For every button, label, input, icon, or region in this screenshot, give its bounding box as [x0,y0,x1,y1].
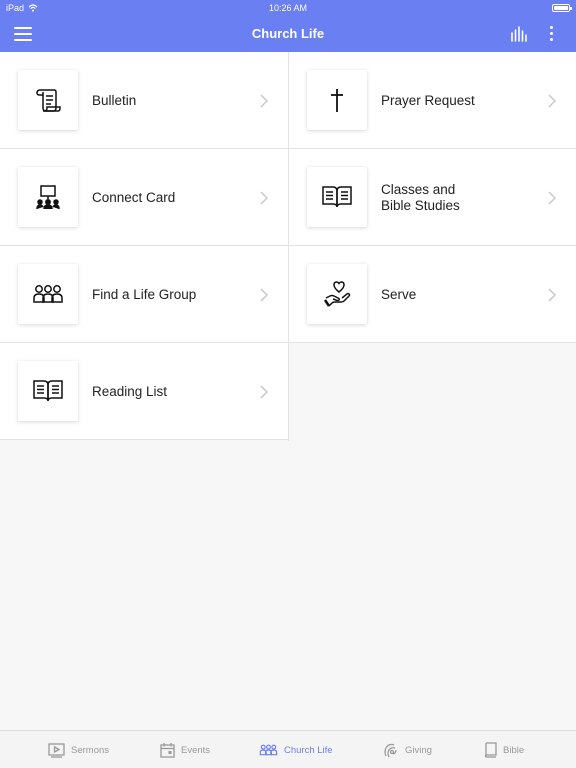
chevron-right-icon [260,288,268,302]
cross-icon [307,70,367,130]
classes-label-line1: Classes and [381,181,456,197]
reading-list-label: Reading List [92,383,168,399]
app-header: iPad 10:26 AM Church Life [0,0,576,52]
tab-giving[interactable]: Giving [383,731,432,768]
reading-list-item[interactable]: Reading List [0,343,288,440]
tab-events-label: Events [181,744,211,756]
tab-church-life[interactable]: Church Life [259,731,333,768]
column-divider [288,343,289,441]
find-life-group-item[interactable]: Find a Life Group [0,246,288,343]
chevron-right-icon [548,191,556,205]
scroll-icon [18,70,78,130]
group-icon [18,264,78,324]
giving-icon [384,743,397,758]
bulletin-label: Bulletin [92,92,137,108]
tab-events[interactable]: Events [160,731,210,768]
calendar-icon [160,743,175,758]
tab-bar: Sermons Events Church Life Giving Bible [0,730,576,768]
video-icon [48,742,65,758]
chevron-right-icon [260,385,268,399]
classes-label-line2: Bible Studies [381,197,460,213]
tab-church-life-label: Church Life [284,744,333,756]
status-bar: iPad 10:26 AM [0,0,576,16]
presenter-icon [18,167,78,227]
classes-bible-studies-label: Classes and Bible Studies [381,149,541,246]
bulletin-item[interactable]: Bulletin [0,52,288,149]
serve-item[interactable]: Serve [288,246,576,343]
tab-bible[interactable]: Bible [484,731,524,768]
find-life-group-label: Find a Life Group [92,286,197,302]
serve-label: Serve [381,286,417,302]
tab-giving-label: Giving [405,744,432,756]
chevron-right-icon [548,288,556,302]
chevron-right-icon [260,191,268,205]
chevron-right-icon [548,94,556,108]
prayer-request-label: Prayer Request [381,92,475,108]
chevron-right-icon [260,94,268,108]
prayer-request-item[interactable]: Prayer Request [288,52,576,149]
group-icon [259,744,278,756]
connect-card-label: Connect Card [92,189,176,205]
more-options-icon[interactable] [546,24,558,44]
status-time: 10:26 AM [268,3,308,13]
tab-sermons-label: Sermons [71,744,110,756]
page-title: Church Life [251,26,325,41]
navigation-bar: Church Life [0,16,576,52]
audio-bars-icon[interactable] [510,26,528,42]
connect-card-item[interactable]: Connect Card [0,149,288,246]
book-icon [484,742,497,758]
heart-hand-icon [307,264,367,324]
tab-sermons[interactable]: Sermons [48,731,109,768]
classes-bible-studies-item[interactable]: Classes and Bible Studies [288,149,576,246]
open-book-icon [307,167,367,227]
tab-bible-label: Bible [503,744,525,756]
battery-icon [552,4,572,12]
open-book-icon [18,361,78,421]
